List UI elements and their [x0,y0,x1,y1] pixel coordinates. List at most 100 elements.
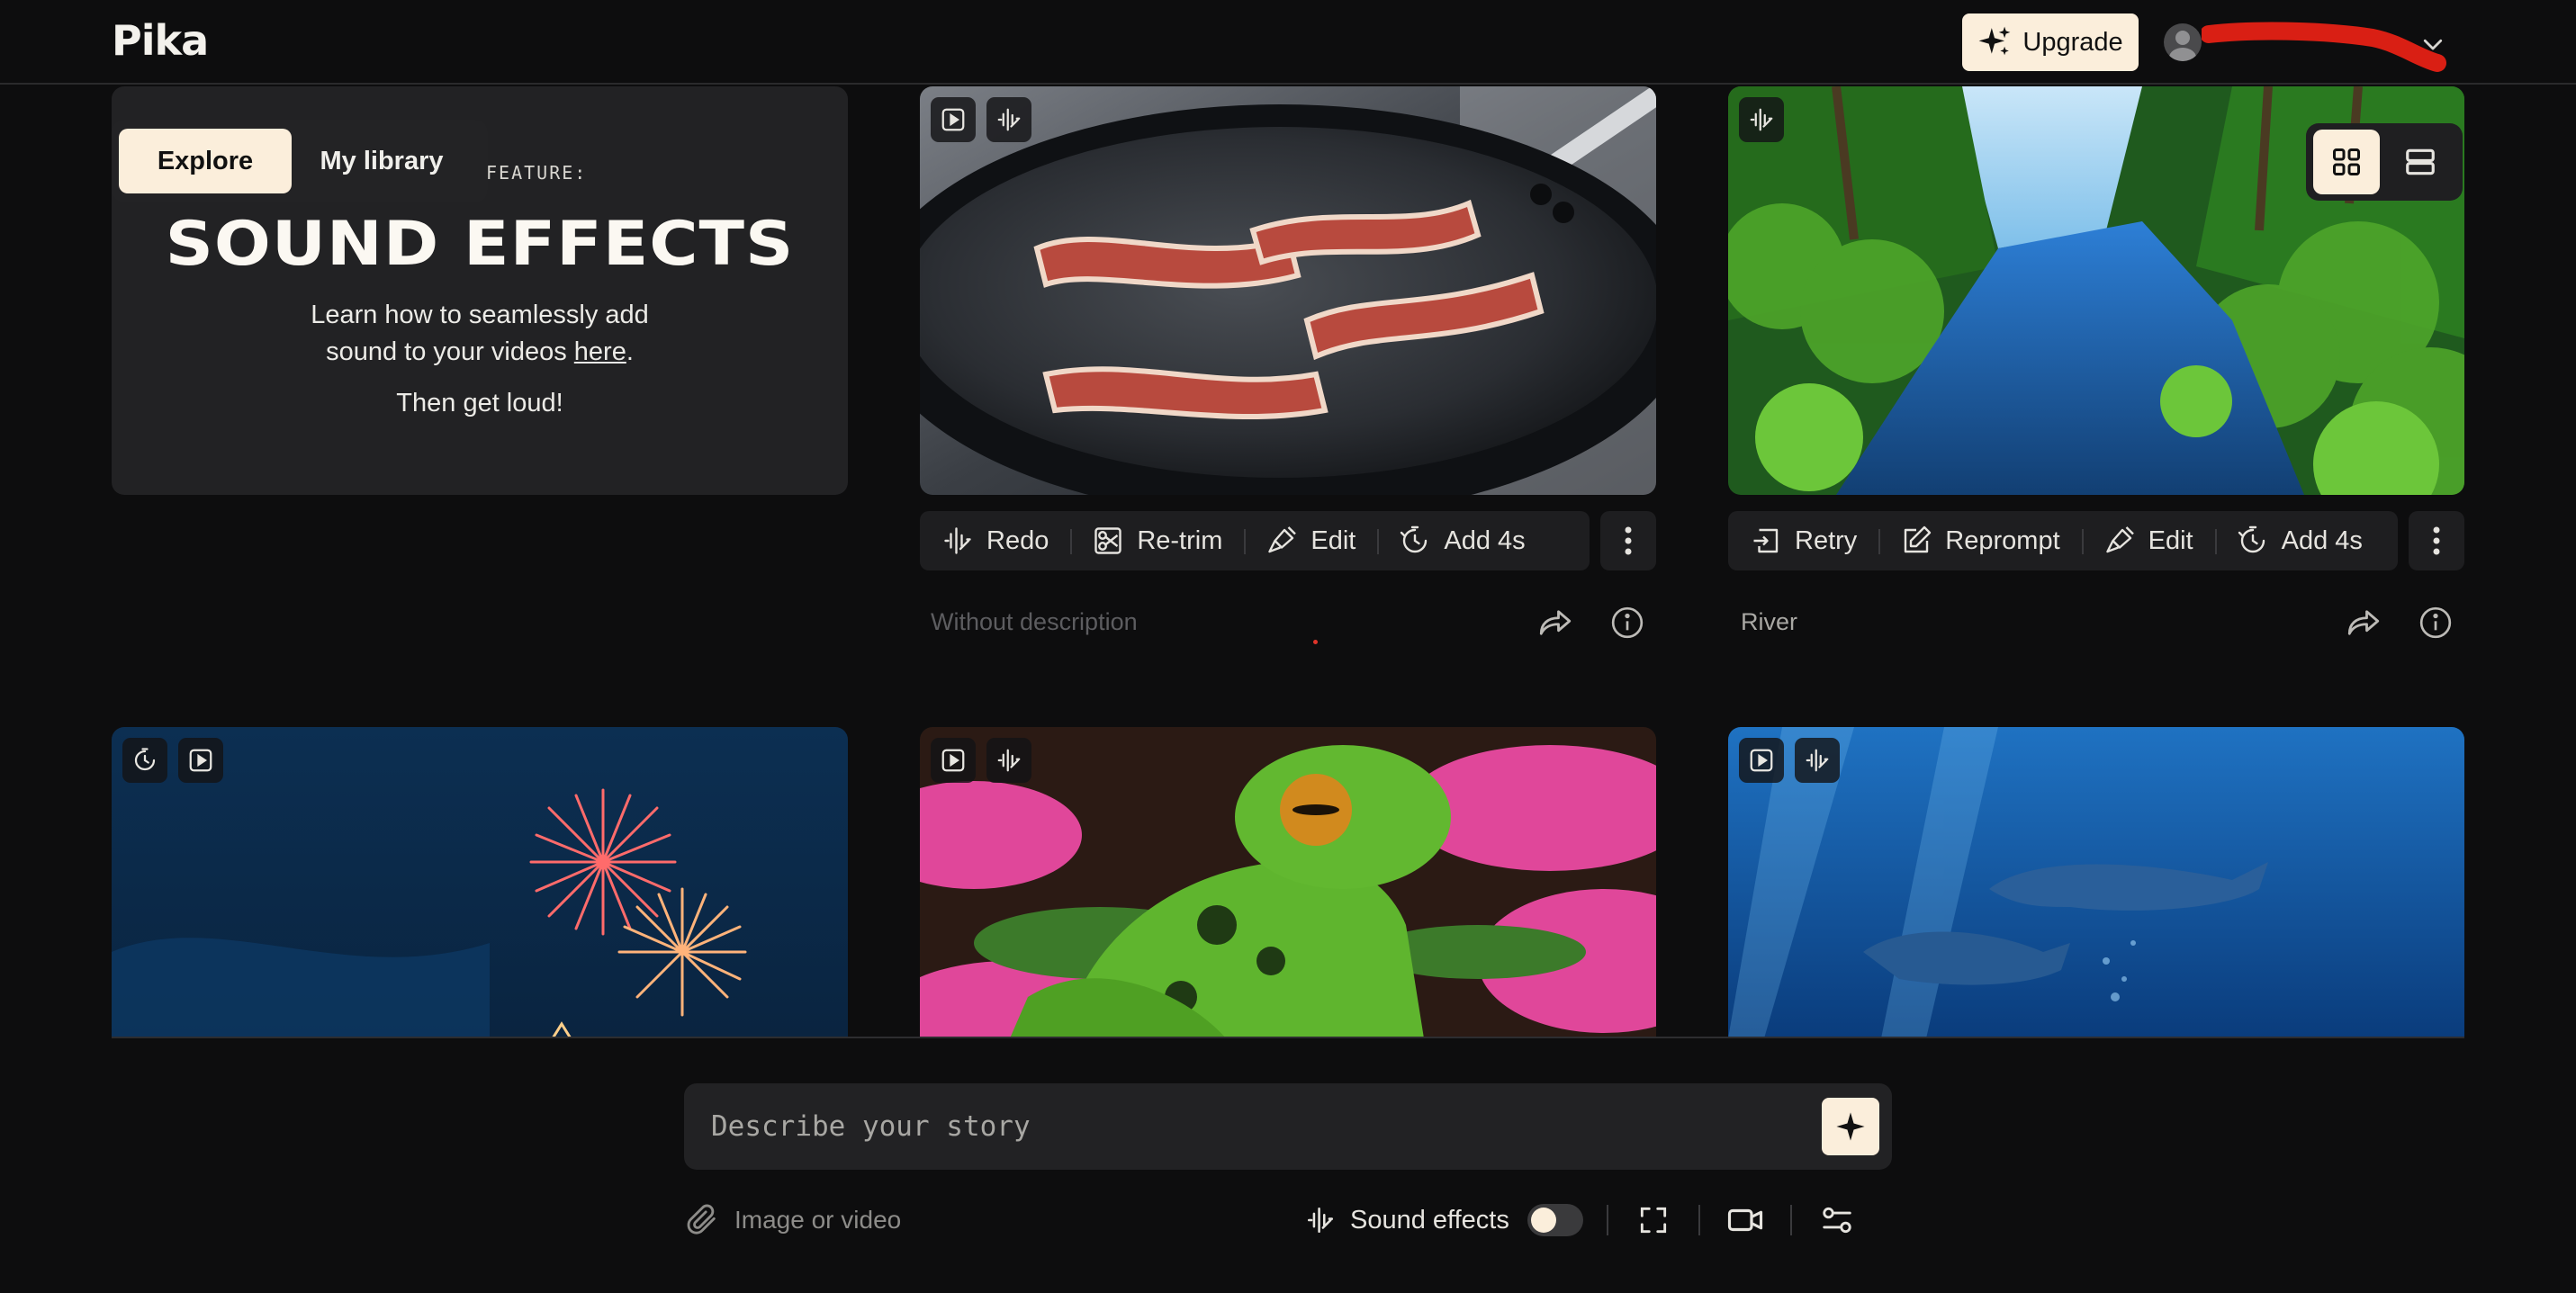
video-thumbnail-dolphins[interactable] [1728,727,2464,1038]
sound-wave-icon [997,749,1021,772]
redo-label: Redo [986,525,1049,555]
reprompt-button[interactable]: Reprompt [1878,511,2081,570]
separator [1789,1205,1792,1235]
feature-body-line2: sound to your videos here. [112,334,848,371]
add-4s-button[interactable]: Add 4s [2214,511,2384,570]
attach-media-button[interactable]: Image or video [684,1200,901,1240]
retry-icon [1753,528,1779,553]
add-4s-label: Add 4s [2281,525,2363,555]
attach-label: Image or video [734,1206,902,1234]
camera-control-button[interactable] [1724,1199,1767,1242]
play-icon [189,749,212,772]
grid-icon [2333,148,2360,175]
feature-body-suffix: . [626,337,634,366]
generation-options: Sound effects [1305,1197,1859,1244]
story-prompt-input[interactable] [711,1103,1755,1150]
feature-here-link[interactable]: here [574,337,626,366]
paperclip-icon [687,1204,716,1235]
tab-my-library[interactable]: My library [292,129,472,193]
brush-icon [1268,526,1297,553]
kebab-menu-icon [2433,526,2440,555]
info-icon [1611,606,1644,639]
sound-badge [986,97,1031,142]
video-thumbnail-fireworks[interactable] [112,727,848,1038]
video-thumbnail-bacon[interactable] [920,86,1656,495]
share-button[interactable] [1534,601,1577,644]
retrim-button[interactable]: Re-trim [1070,511,1244,570]
add-4s-button[interactable]: Add 4s [1377,511,1546,570]
feature-footer: Then get loud! [396,389,563,418]
play-badge [178,738,223,783]
card-actions-bacon: Redo Re-trim Edit Add 4s [920,511,1590,570]
kebab-menu-icon [1625,526,1632,555]
card-description-river: River [1741,608,1798,635]
grid-view-button[interactable] [2313,130,2380,194]
aspect-ratio-button[interactable] [1632,1199,1675,1242]
redo-button[interactable]: Redo [920,511,1070,570]
timer-icon [2238,525,2265,553]
settings-button[interactable] [1815,1199,1859,1242]
video-camera-icon [1727,1208,1762,1232]
timer-icon [134,748,156,771]
redaction-scribble [2202,22,2446,72]
frame-corners-icon [1640,1207,1666,1234]
feature-body: Learn how to seamlessly add sound to you… [112,297,848,371]
sound-wave-icon [1750,108,1773,131]
retry-button[interactable]: Retry [1728,511,1878,570]
view-toggle [2306,123,2463,201]
play-badge [1739,738,1784,783]
separator [1606,1205,1608,1235]
rows-icon [2406,148,2435,175]
sound-wave-icon [944,527,971,554]
edit-button[interactable]: Edit [1244,511,1377,570]
card-description-bacon: Without description [931,608,1138,635]
edit-button[interactable]: Edit [2081,511,2215,570]
list-view-button[interactable] [2387,130,2454,194]
scissors-icon [1094,527,1122,554]
timer-badge [122,738,167,783]
avatar[interactable] [2164,23,2202,61]
sound-wave-icon [1307,1207,1334,1234]
retrim-label: Re-trim [1137,525,1223,555]
sound-badge [986,738,1031,783]
sound-effects-label: Sound effects [1350,1205,1509,1235]
pika-logo[interactable]: Pika [112,16,209,65]
reprompt-label: Reprompt [1945,525,2060,555]
feature-kicker: FEATURE: [486,162,588,184]
retry-label: Retry [1795,525,1858,555]
pencil-square-icon [1905,525,1932,553]
sound-effects-option[interactable]: Sound effects [1305,1197,1583,1244]
generate-button[interactable] [1822,1098,1879,1155]
video-thumbnail-frog[interactable] [920,727,1656,1038]
edit-label: Edit [2148,525,2193,555]
timer-icon [1401,525,1428,553]
prompt-composer [684,1083,1892,1170]
info-icon [2419,606,2452,639]
bacon-image [920,86,1656,495]
separator [1698,1205,1700,1235]
sound-effects-toggle[interactable] [1527,1204,1583,1236]
sparkle-icon [1836,1112,1865,1141]
share-icon [2347,610,2380,635]
upgrade-button[interactable]: Upgrade [1962,13,2139,71]
tab-explore[interactable]: Explore [119,129,292,193]
share-icon [1539,610,1572,635]
sliders-icon [1823,1207,1851,1234]
edit-label: Edit [1311,525,1356,555]
sound-wave-icon [1806,749,1829,772]
more-options-button[interactable] [2409,511,2464,570]
more-options-button[interactable] [1600,511,1656,570]
explore-library-tabs: Explore My library [112,120,488,202]
brush-icon [2105,526,2134,553]
play-icon [1750,749,1773,772]
sound-badge [1739,97,1784,142]
sound-badge [1795,738,1840,783]
divider [112,1037,2464,1038]
chevron-down-icon[interactable] [2419,31,2446,58]
share-button[interactable] [2342,601,2385,644]
feature-body-prefix: sound to your videos [326,337,574,366]
sound-wave-icon [997,108,1021,131]
info-button[interactable] [1606,601,1649,644]
top-bar: Pika Upgrade [0,0,2576,85]
info-button[interactable] [2414,601,2457,644]
